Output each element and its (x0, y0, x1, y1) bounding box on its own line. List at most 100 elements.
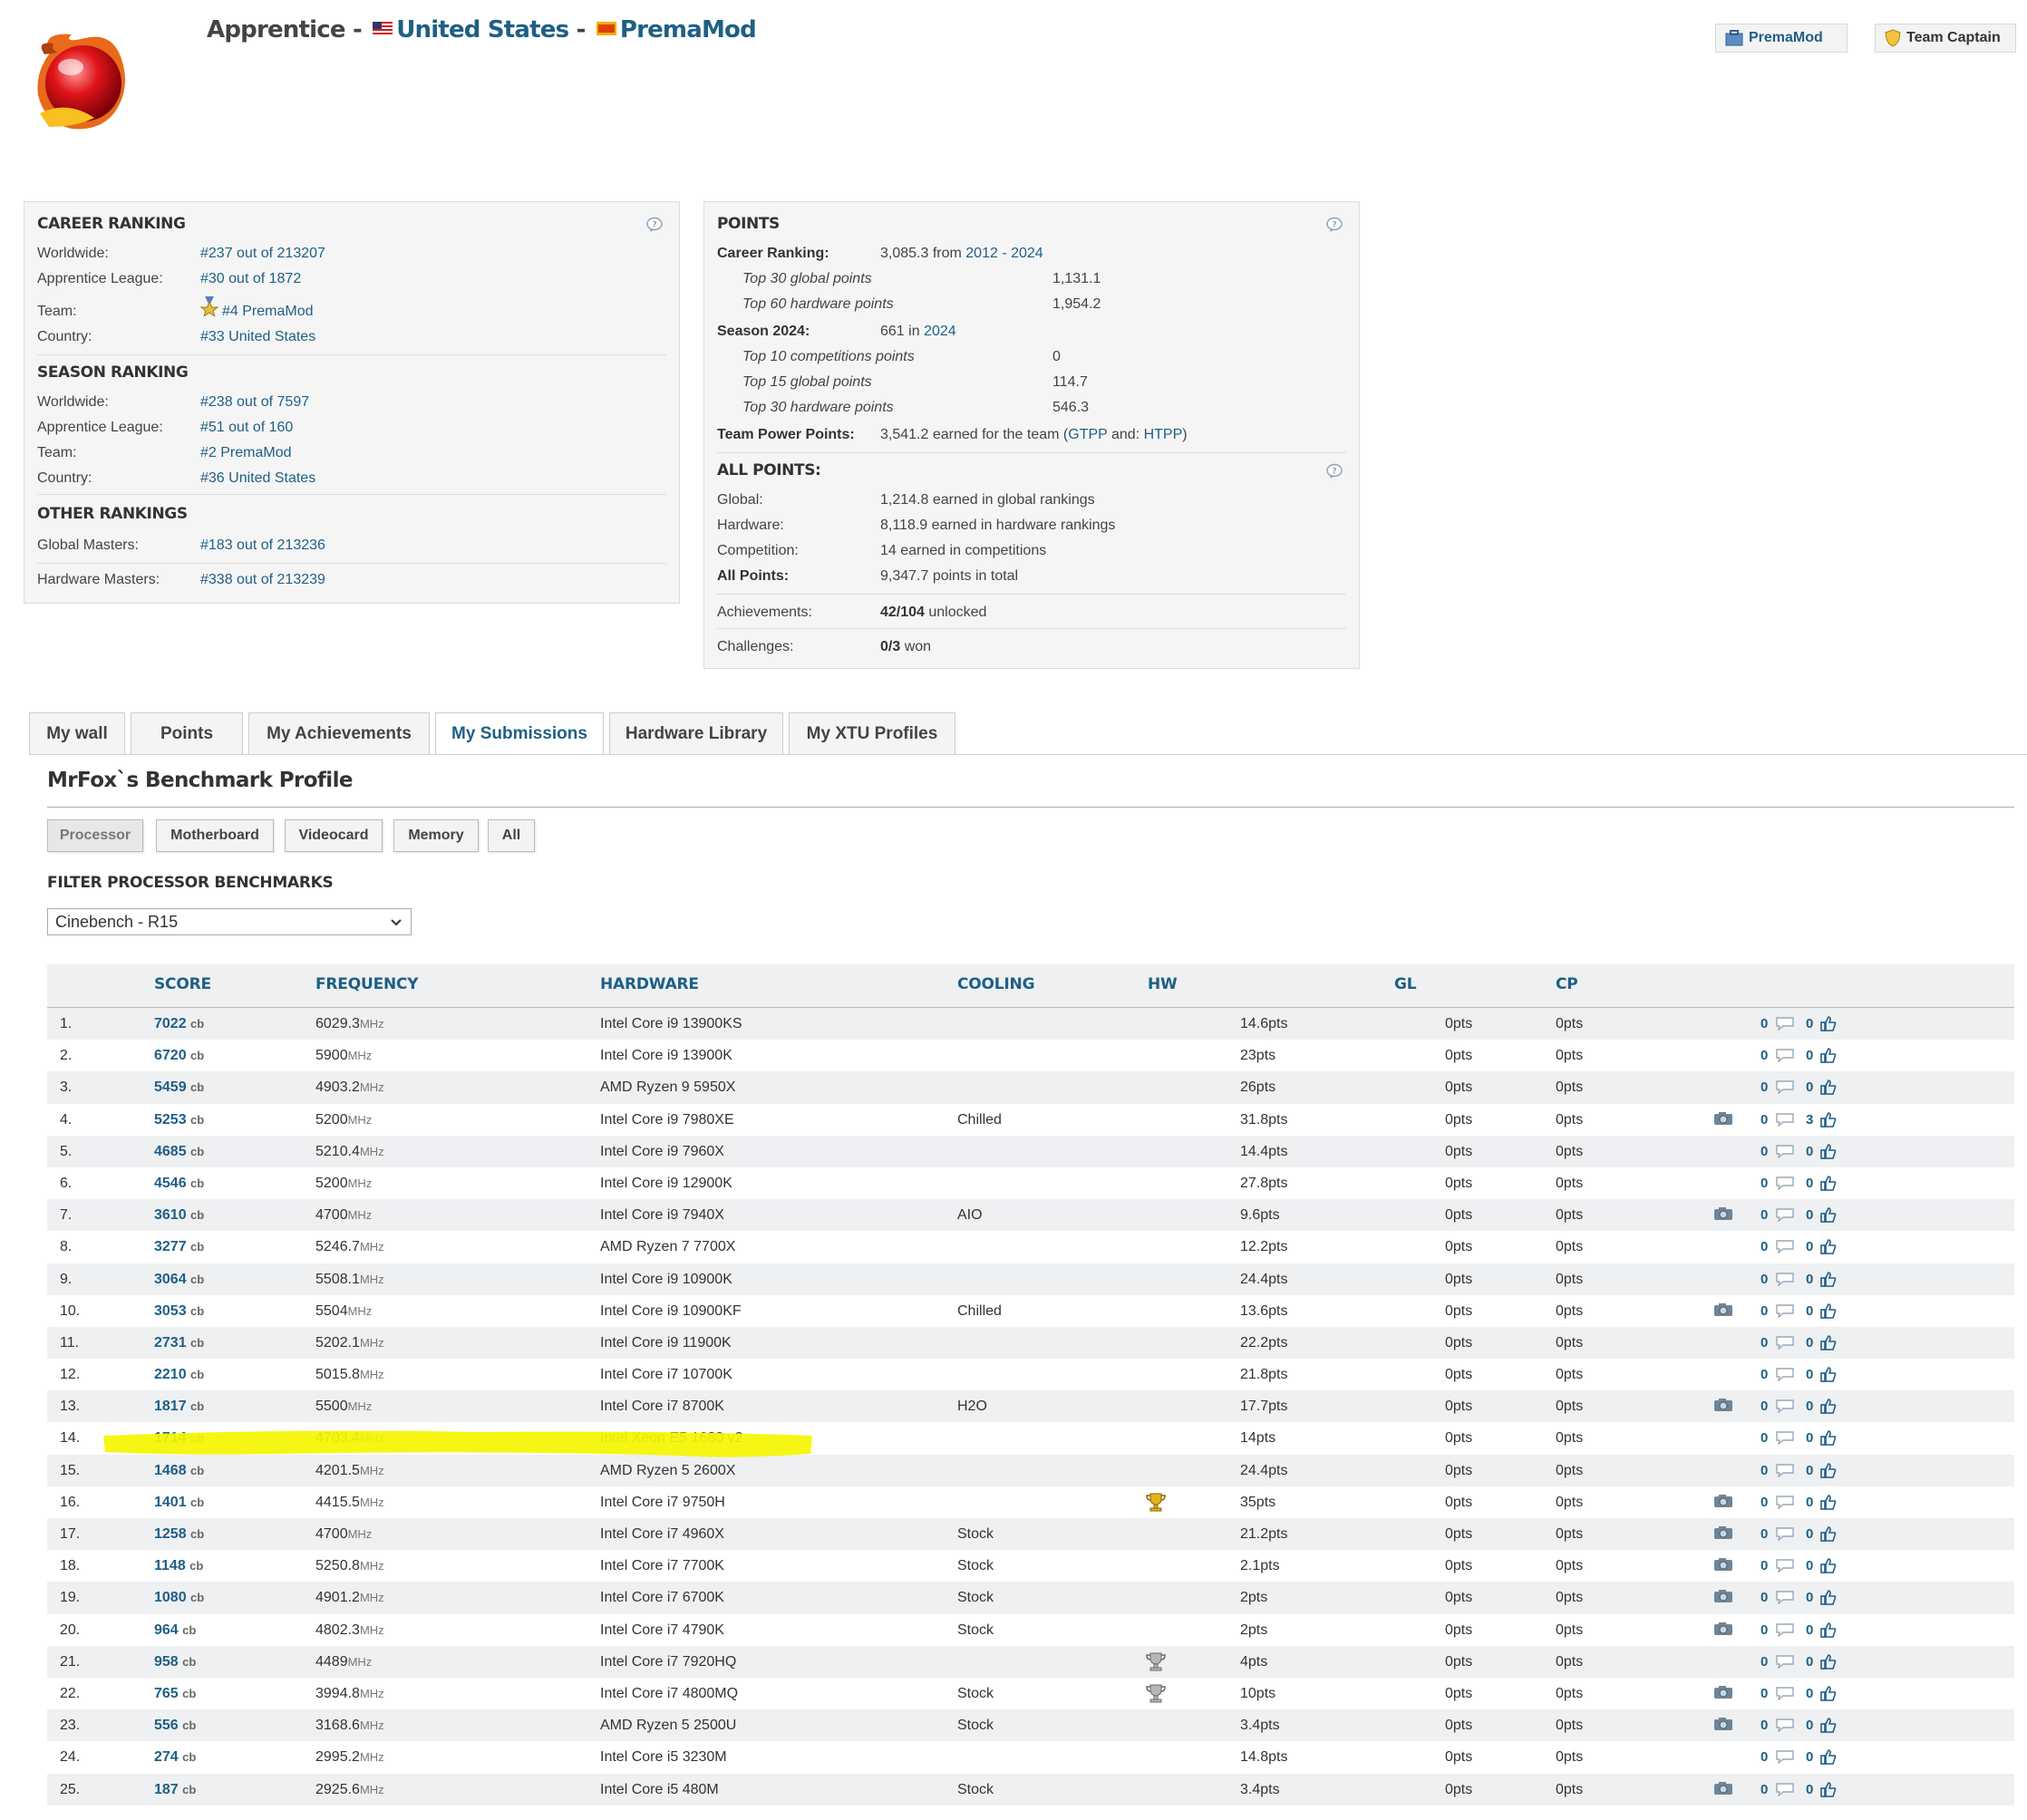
comment-icon[interactable] (1775, 1176, 1795, 1195)
table-row[interactable]: 19. 1080 cb 4901.2MHz Intel Core i7 6700… (47, 1582, 2014, 1614)
camera-icon[interactable] (1713, 1781, 1733, 1800)
help-icon[interactable]: ? (646, 217, 663, 233)
table-row[interactable]: 13. 1817 cb 5500MHz Intel Core i7 8700K … (47, 1390, 2014, 1423)
comment-icon[interactable] (1775, 1303, 1795, 1322)
col-gl[interactable]: GL (1394, 975, 1417, 993)
comment-icon[interactable] (1775, 1495, 1795, 1514)
hardware-cell[interactable]: Intel Core i7 9750H (600, 1495, 725, 1511)
country-link[interactable]: United States (396, 16, 569, 44)
col-frequency[interactable]: FREQUENCY (315, 975, 419, 993)
comment-icon[interactable] (1775, 1239, 1795, 1258)
thumbs-up-icon[interactable] (1820, 1717, 1837, 1738)
thumbs-up-icon[interactable] (1820, 1302, 1837, 1323)
comment-icon[interactable] (1775, 1749, 1795, 1768)
thumbs-up-icon[interactable] (1820, 1429, 1837, 1450)
hardware-cell[interactable]: Intel Core i9 7940X (600, 1207, 724, 1224)
hardware-cell[interactable]: AMD Ryzen 9 5950X (600, 1079, 735, 1096)
comment-icon[interactable] (1775, 1399, 1795, 1418)
career-team-rank[interactable]: #4 PremaMod (222, 304, 314, 320)
camera-icon[interactable] (1713, 1525, 1733, 1544)
season-team-rank[interactable]: #2 PremaMod (200, 445, 292, 461)
htpp-link[interactable]: HTPP (1144, 427, 1183, 442)
table-row[interactable]: 22. 765 cb 3994.8MHz Intel Core i7 4800M… (47, 1677, 2014, 1710)
season-year-link[interactable]: 2024 (924, 324, 956, 339)
camera-icon[interactable] (1713, 1302, 1733, 1321)
score-cell[interactable]: 3610 cb (154, 1207, 204, 1224)
table-row[interactable]: 25. 187 cb 2925.6MHz Intel Core i5 480M … (47, 1773, 2014, 1805)
score-cell[interactable]: 6720 cb (154, 1048, 204, 1064)
score-cell[interactable]: 1401 cb (154, 1495, 204, 1511)
hardware-cell[interactable]: Intel Core i9 7960X (600, 1144, 724, 1160)
tab-my-submissions[interactable]: My Submissions (435, 712, 604, 755)
tab-my-wall[interactable]: My wall (29, 712, 125, 754)
hardware-cell[interactable]: Intel Core i7 7700K (600, 1558, 724, 1574)
hardware-cell[interactable]: Intel Core i7 4790K (600, 1622, 724, 1639)
score-cell[interactable]: 1468 cb (154, 1463, 204, 1479)
comment-icon[interactable] (1775, 1112, 1795, 1131)
score-cell[interactable]: 556 cb (154, 1718, 196, 1734)
tab-hardware-library[interactable]: Hardware Library (609, 712, 783, 754)
global-masters-rank[interactable]: #183 out of 213236 (200, 537, 325, 554)
comment-icon[interactable] (1775, 1526, 1795, 1545)
score-cell[interactable]: 7022 cb (154, 1016, 204, 1032)
tab-points[interactable]: Points (131, 712, 243, 754)
comment-icon[interactable] (1775, 1463, 1795, 1482)
hardware-cell[interactable]: Intel Core i7 4800MQ (600, 1686, 738, 1702)
thumbs-up-icon[interactable] (1820, 1015, 1837, 1036)
score-cell[interactable]: 5459 cb (154, 1079, 204, 1096)
career-league-rank[interactable]: #30 out of 1872 (200, 271, 301, 287)
col-score[interactable]: SCORE (154, 975, 211, 993)
help-icon[interactable]: ? (1326, 463, 1343, 479)
table-row[interactable]: 10. 3053 cb 5504MHz Intel Core i9 10900K… (47, 1294, 2014, 1327)
table-row[interactable]: 18. 1148 cb 5250.8MHz Intel Core i7 7700… (47, 1550, 2014, 1583)
thumbs-up-icon[interactable] (1820, 1271, 1837, 1292)
thumbs-up-icon[interactable] (1820, 1079, 1837, 1099)
table-row[interactable]: 12. 2210 cb 5015.8MHz Intel Core i7 1070… (47, 1359, 2014, 1391)
career-country-rank[interactable]: #33 United States (200, 329, 315, 345)
thumbs-up-icon[interactable] (1820, 1494, 1837, 1515)
thumbs-up-icon[interactable] (1820, 1047, 1837, 1068)
comment-icon[interactable] (1775, 1079, 1795, 1099)
table-row[interactable]: 3. 5459 cb 4903.2MHz AMD Ryzen 9 5950X 2… (47, 1071, 2014, 1104)
table-row[interactable]: 17. 1258 cb 4700MHz Intel Core i7 4960X … (47, 1518, 2014, 1551)
camera-icon[interactable] (1713, 1622, 1733, 1641)
hardware-cell[interactable]: Intel Xeon E5 1680 v2 (600, 1430, 742, 1447)
score-cell[interactable]: 3053 cb (154, 1303, 204, 1320)
score-cell[interactable]: 3277 cb (154, 1239, 204, 1255)
hardware-cell[interactable]: AMD Ryzen 7 7700X (600, 1239, 735, 1255)
table-row[interactable]: 24. 274 cb 2995.2MHz Intel Core i5 3230M… (47, 1741, 2014, 1774)
thumbs-up-icon[interactable] (1820, 1143, 1837, 1164)
thumbs-up-icon[interactable] (1820, 1206, 1837, 1227)
hardware-cell[interactable]: Intel Core i9 7980XE (600, 1112, 734, 1128)
thumbs-up-icon[interactable] (1820, 1653, 1837, 1674)
hardware-cell[interactable]: Intel Core i7 7920HQ (600, 1654, 736, 1670)
filter-tab-all[interactable]: All (488, 819, 535, 852)
hardware-cell[interactable]: Intel Core i9 10900KF (600, 1303, 742, 1320)
camera-icon[interactable] (1713, 1206, 1733, 1225)
camera-icon[interactable] (1713, 1717, 1733, 1736)
score-cell[interactable]: 1714 cb (154, 1430, 204, 1447)
score-cell[interactable]: 964 cb (154, 1622, 196, 1639)
camera-icon[interactable] (1713, 1685, 1733, 1704)
thumbs-up-icon[interactable] (1820, 1462, 1837, 1483)
comment-icon[interactable] (1775, 1782, 1795, 1801)
table-row[interactable]: 20. 964 cb 4802.3MHz Intel Core i7 4790K… (47, 1613, 2014, 1646)
thumbs-up-icon[interactable] (1820, 1622, 1837, 1642)
comment-icon[interactable] (1775, 1207, 1795, 1226)
hardware-cell[interactable]: AMD Ryzen 5 2500U (600, 1718, 736, 1734)
table-row[interactable]: 9. 3064 cb 5508.1MHz Intel Core i9 10900… (47, 1263, 2014, 1295)
hardware-cell[interactable]: Intel Core i7 8700K (600, 1399, 724, 1415)
camera-icon[interactable] (1713, 1494, 1733, 1513)
season-worldwide-rank[interactable]: #238 out of 7597 (200, 394, 309, 411)
score-cell[interactable]: 1817 cb (154, 1399, 204, 1415)
comment-icon[interactable] (1775, 1654, 1795, 1673)
thumbs-up-icon[interactable] (1820, 1685, 1837, 1706)
comment-icon[interactable] (1775, 1718, 1795, 1737)
table-row[interactable]: 23. 556 cb 3168.6MHz AMD Ryzen 5 2500U S… (47, 1709, 2014, 1742)
camera-icon[interactable] (1713, 1111, 1733, 1130)
filter-tab-processor[interactable]: Processor (47, 819, 143, 852)
thumbs-up-icon[interactable] (1820, 1175, 1837, 1196)
thumbs-up-icon[interactable] (1820, 1525, 1837, 1546)
table-row[interactable]: 14. 1714 cb 4703.4MHz Intel Xeon E5 1680… (47, 1422, 2014, 1455)
gtpp-link[interactable]: GTPP (1068, 427, 1107, 442)
